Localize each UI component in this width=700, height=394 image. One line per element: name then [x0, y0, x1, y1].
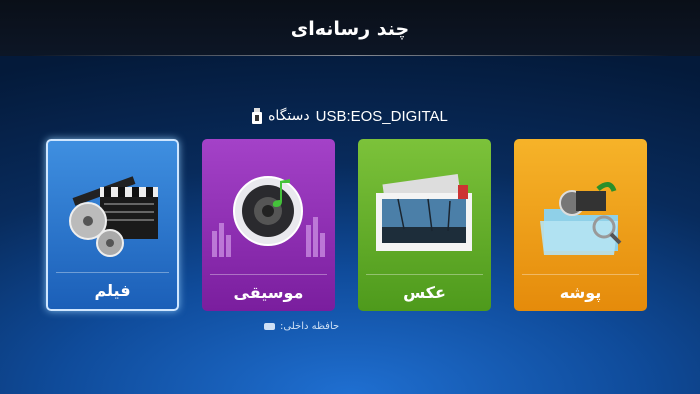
- tile-film[interactable]: فیلم: [46, 139, 179, 311]
- device-row[interactable]: دستگاه USB:EOS_DIGITAL: [0, 106, 700, 126]
- tile-music[interactable]: موسیقی: [202, 139, 335, 311]
- music-speaker-icon: [202, 139, 335, 275]
- tile-label: موسیقی: [233, 283, 304, 302]
- internal-storage-label: حافظه داخلی:: [280, 321, 340, 332]
- internal-storage[interactable]: حافظه داخلی:: [264, 321, 339, 332]
- hdd-icon: [264, 323, 275, 330]
- film-clapper-icon: [48, 141, 177, 277]
- tile-label: فیلم: [94, 281, 131, 300]
- tile-folder[interactable]: پوشه: [514, 139, 647, 311]
- photo-frame-icon: [358, 139, 491, 275]
- page-title: چند رسانه‌ای: [290, 18, 410, 40]
- tile-label: پوشه: [559, 283, 602, 302]
- tile-label: عکس: [403, 283, 446, 302]
- device-name: USB:EOS_DIGITAL: [315, 107, 448, 125]
- device-label: دستگاه: [268, 108, 310, 124]
- top-bar: چند رسانه‌ای: [0, 0, 700, 56]
- header-divider: [30, 55, 670, 56]
- tile-photo[interactable]: عکس: [358, 139, 491, 311]
- folder-icon: [514, 139, 647, 275]
- usb-icon: [252, 108, 263, 124]
